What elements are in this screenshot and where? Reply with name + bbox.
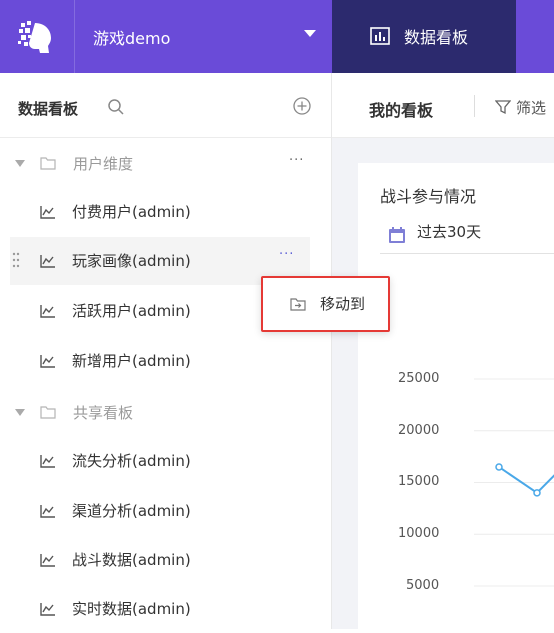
y-tick-label: 10000 <box>398 526 440 541</box>
move-folder-icon <box>290 298 306 311</box>
caret-down-icon[interactable] <box>15 409 25 416</box>
dashboard-icon <box>370 27 390 45</box>
line-chart-icon <box>40 554 55 567</box>
add-circle-icon[interactable] <box>292 96 312 116</box>
list-item[interactable]: 实时数据(admin) <box>10 585 310 633</box>
caret-down-icon <box>304 30 316 37</box>
folder-shared-boards[interactable]: 共享看板 <box>0 396 310 426</box>
list-item[interactable]: 付费用户(admin) <box>10 188 310 236</box>
y-tick-label: 5000 <box>406 578 440 593</box>
folder-label: 共享看板 <box>73 404 134 422</box>
list-item-label: 流失分析(admin) <box>72 452 191 470</box>
list-item-label: 活跃用户(admin) <box>72 302 191 320</box>
line-chart-icon <box>40 505 55 518</box>
sidebar-title: 数据看板 <box>18 100 79 118</box>
list-item-label: 战斗数据(admin) <box>72 551 191 569</box>
context-menu: 移动到 <box>261 276 390 332</box>
project-selector[interactable]: 游戏demo <box>74 0 332 73</box>
line-chart-icon <box>40 305 55 318</box>
line-chart-icon <box>40 206 55 219</box>
line-chart-icon <box>40 255 55 268</box>
folder-icon <box>40 157 56 170</box>
caret-down-icon[interactable] <box>15 160 25 167</box>
data-point <box>533 489 541 497</box>
list-item-label: 新增用户(admin) <box>72 352 191 370</box>
top-bar: 游戏demo 数据看板 <box>0 0 554 73</box>
list-item-label: 付费用户(admin) <box>72 203 191 221</box>
divider <box>474 95 475 117</box>
y-tick-label: 25000 <box>398 371 440 386</box>
more-icon[interactable]: ··· <box>279 247 294 262</box>
sidebar: 数据看板 用户维度 ··· 付费用户(admin) 玩家画像(admin) ··… <box>0 73 332 629</box>
line-chart <box>474 378 554 587</box>
folder-user-dimension[interactable]: 用户维度 ··· <box>0 147 310 177</box>
list-item-label: 渠道分析(admin) <box>72 502 191 520</box>
date-range-label: 过去30天 <box>417 223 482 241</box>
list-item[interactable]: 战斗数据(admin) <box>10 536 310 584</box>
line-chart-icon <box>40 603 55 616</box>
filter-button[interactable]: 筛选 <box>516 97 546 118</box>
drag-handle-icon[interactable] <box>12 252 20 268</box>
calendar-icon <box>389 227 405 243</box>
folder-label: 用户维度 <box>73 155 134 173</box>
list-item[interactable]: 渠道分析(admin) <box>10 487 310 535</box>
list-item[interactable]: 流失分析(admin) <box>10 437 310 485</box>
list-item-label: 实时数据(admin) <box>72 600 191 618</box>
filter-icon[interactable] <box>495 99 511 115</box>
list-item[interactable]: 新增用户(admin) <box>10 337 310 385</box>
chart-card: 战斗参与情况 过去30天 25000 20000 15000 10000 500… <box>358 163 554 629</box>
line-chart-icon <box>40 355 55 368</box>
page-title: 我的看板 <box>369 101 434 120</box>
series-line <box>498 466 554 495</box>
divider <box>0 137 331 138</box>
folder-icon <box>40 406 56 419</box>
y-tick-label: 15000 <box>398 474 440 489</box>
tab-dashboard-label: 数据看板 <box>404 28 469 47</box>
more-icon[interactable]: ··· <box>289 153 304 168</box>
search-icon[interactable] <box>107 98 125 116</box>
main-panel: 我的看板 筛选 战斗参与情况 过去30天 25000 20000 15000 1… <box>332 73 554 629</box>
chart-title: 战斗参与情况 <box>380 187 477 206</box>
logo-icon[interactable] <box>0 0 73 73</box>
tab-dashboard[interactable]: 数据看板 <box>332 0 516 73</box>
line-chart-icon <box>40 455 55 468</box>
y-tick-label: 20000 <box>398 423 440 438</box>
project-name: 游戏demo <box>93 29 171 48</box>
list-item-label: 玩家画像(admin) <box>72 252 191 270</box>
move-to-menu-item[interactable]: 移动到 <box>320 293 365 314</box>
main-header: 我的看板 筛选 <box>332 73 554 138</box>
data-point <box>495 463 503 471</box>
